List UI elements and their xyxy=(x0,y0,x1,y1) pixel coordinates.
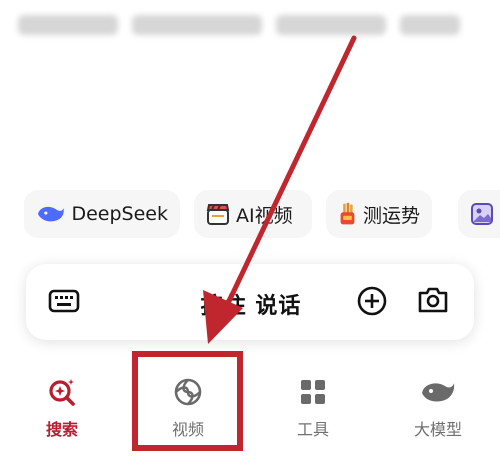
nav-item-model[interactable]: 大模型 xyxy=(393,376,483,440)
nav-item-tools[interactable]: 工具 xyxy=(268,376,358,440)
keyboard-icon[interactable] xyxy=(48,288,80,314)
blurred-item xyxy=(276,15,386,35)
quick-chips-row: DeepSeek AI视频 测运势 xyxy=(0,190,500,240)
nav-label: 工具 xyxy=(296,420,329,439)
chip-ai-video[interactable]: AI视频 xyxy=(194,190,312,238)
whale-model-icon xyxy=(422,383,455,402)
nav-label: 大模型 xyxy=(413,420,462,439)
image-icon xyxy=(471,203,493,225)
blurred-item xyxy=(400,15,460,35)
hold-to-talk-label[interactable]: 按住 说话 xyxy=(166,288,336,320)
clapperboard-icon xyxy=(206,204,230,225)
blurred-top-bar xyxy=(0,0,500,50)
grid-tools-icon xyxy=(301,380,325,404)
nav-label: 搜索 xyxy=(45,420,78,439)
plus-circle-icon[interactable] xyxy=(356,285,388,317)
chip-image[interactable] xyxy=(458,190,500,238)
nav-item-search[interactable]: 搜索 xyxy=(17,376,107,440)
search-sparkle-icon xyxy=(49,379,75,406)
chip-label: DeepSeek xyxy=(71,203,168,225)
chip-label: AI视频 xyxy=(236,204,293,227)
annotation-highlight-box xyxy=(132,351,243,451)
whale-icon xyxy=(37,206,64,222)
blurred-item xyxy=(18,15,118,35)
camera-icon[interactable] xyxy=(416,284,450,316)
blurred-item xyxy=(132,15,262,35)
chip-label: 测运势 xyxy=(362,204,420,227)
chip-deepseek[interactable]: DeepSeek xyxy=(24,190,180,238)
app-screen: DeepSeek AI视频 测运势 按住 说话 搜索 视频 工具 大模型 xyxy=(0,0,500,459)
chip-fortune[interactable]: 测运势 xyxy=(326,190,432,238)
fortune-sticks-icon xyxy=(340,202,355,225)
voice-input-bar[interactable]: 按住 说话 xyxy=(26,264,474,340)
